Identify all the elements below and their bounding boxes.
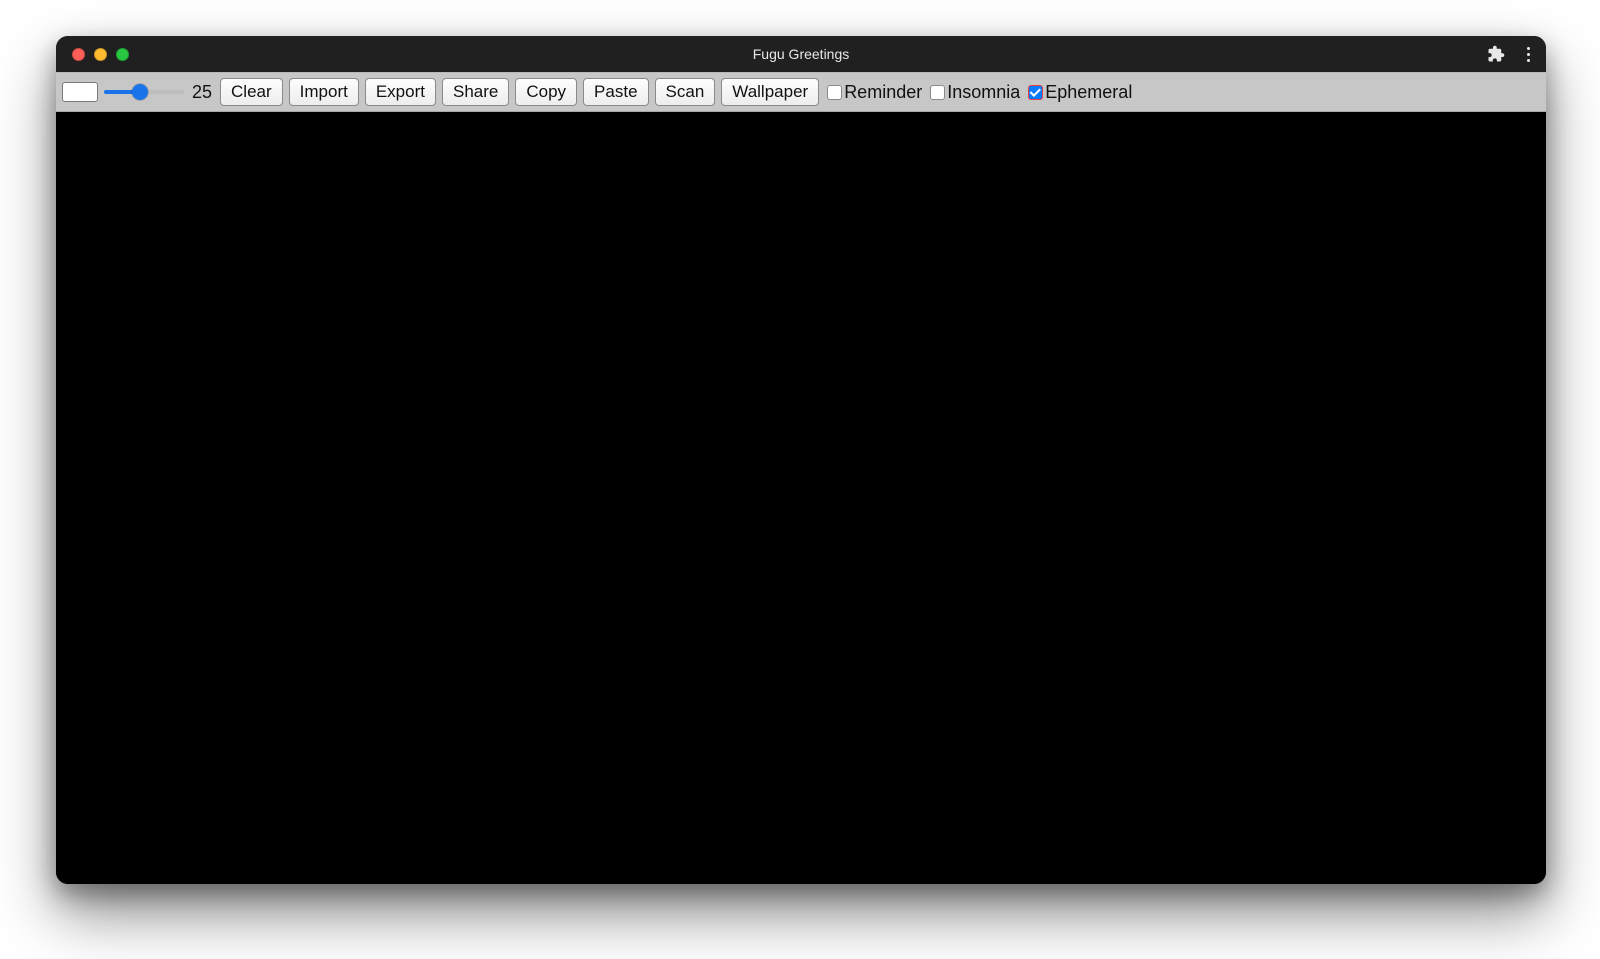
button-label: Export	[376, 82, 425, 102]
paste-button[interactable]: Paste	[583, 78, 648, 106]
insomnia-label: Insomnia	[947, 82, 1020, 103]
button-label: Share	[453, 82, 498, 102]
import-button[interactable]: Import	[289, 78, 359, 106]
app-window: Fugu Greetings 25 Clear	[56, 36, 1546, 884]
scan-button[interactable]: Scan	[655, 78, 716, 106]
brush-size-slider[interactable]	[104, 82, 184, 102]
brush-size-value: 25	[192, 82, 212, 103]
export-button[interactable]: Export	[365, 78, 436, 106]
window-title: Fugu Greetings	[56, 46, 1546, 62]
slider-thumb[interactable]	[132, 84, 148, 100]
copy-button[interactable]: Copy	[515, 78, 577, 106]
more-menu-icon[interactable]	[1523, 43, 1534, 66]
reminder-checkbox[interactable]	[827, 85, 842, 100]
button-label: Paste	[594, 82, 637, 102]
drawing-canvas[interactable]	[56, 112, 1546, 884]
button-label: Wallpaper	[732, 82, 808, 102]
extensions-icon[interactable]	[1487, 45, 1505, 63]
close-window-button[interactable]	[72, 48, 85, 61]
ephemeral-label: Ephemeral	[1045, 82, 1132, 103]
reminder-checkbox-wrap: Reminder	[827, 82, 922, 103]
insomnia-checkbox-wrap: Insomnia	[930, 82, 1020, 103]
reminder-label: Reminder	[844, 82, 922, 103]
titlebar: Fugu Greetings	[56, 36, 1546, 72]
toolbar: 25 Clear Import Export Share Copy Paste …	[56, 72, 1546, 112]
insomnia-checkbox[interactable]	[930, 85, 945, 100]
window-controls	[72, 48, 129, 61]
ephemeral-checkbox[interactable]	[1028, 85, 1043, 100]
color-swatch[interactable]	[62, 82, 98, 102]
share-button[interactable]: Share	[442, 78, 509, 106]
button-label: Copy	[526, 82, 566, 102]
fullscreen-window-button[interactable]	[116, 48, 129, 61]
wallpaper-button[interactable]: Wallpaper	[721, 78, 819, 106]
minimize-window-button[interactable]	[94, 48, 107, 61]
button-label: Clear	[231, 82, 272, 102]
ephemeral-checkbox-wrap: Ephemeral	[1028, 82, 1132, 103]
button-label: Scan	[666, 82, 705, 102]
clear-button[interactable]: Clear	[220, 78, 283, 106]
button-label: Import	[300, 82, 348, 102]
